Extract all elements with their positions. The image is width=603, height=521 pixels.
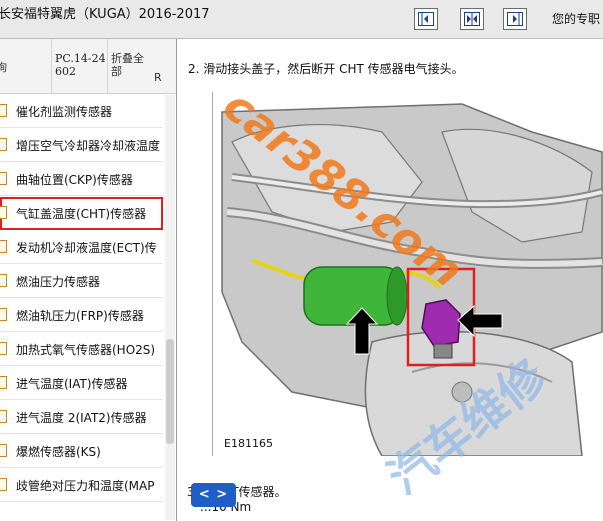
header-right-label: 您的专职 [552, 12, 601, 26]
left-nav-panel: 询 PC.14-24602 折叠全部 R 催化剂监测传感器增压空气冷却器冷却液温… [0, 39, 177, 521]
engine-illustration [212, 92, 603, 456]
scrollbar-track[interactable] [165, 95, 175, 520]
tree-item[interactable]: 催化剂监测传感器 [0, 95, 163, 128]
tree-item-label: 加热式氧气传感器(HO2S) [16, 343, 156, 357]
tree-item-label: 进气温度 2(IAT2)传感器 [16, 411, 147, 425]
tree-item[interactable]: 气缸盖温度(CHT)传感器 [0, 197, 163, 230]
tree-item-label: 燃油轨压力(FRP)传感器 [16, 309, 144, 323]
left-panel-header: 询 PC.14-24602 折叠全部 R [0, 39, 176, 94]
tree-item[interactable]: 燃油压力传感器 [0, 265, 163, 298]
document-icon [0, 206, 7, 219]
document-icon [0, 172, 7, 185]
scrollbar-thumb[interactable] [166, 339, 174, 444]
document-icon [0, 478, 7, 491]
document-icon [0, 342, 7, 355]
search-tab[interactable]: 询 [0, 59, 7, 75]
tree-item[interactable]: 爆燃传感器(KS) [0, 435, 163, 468]
figure-label: E181165 [224, 437, 273, 450]
tree-item-label: 爆燃传感器(KS) [16, 445, 101, 459]
tree-item[interactable]: 燃油轨压力(FRP)传感器 [0, 299, 163, 332]
prev-next-button[interactable]: < > [191, 483, 236, 507]
tree-item-label: 发动机冷却液温度(ECT)传 [16, 241, 157, 255]
tree-item[interactable]: 歧管绝对压力和温度(MAP [0, 469, 163, 502]
tree-item-label: 增压空气冷却器冷却液温度 [16, 139, 161, 153]
header-r-label: R [154, 71, 162, 84]
tree-item[interactable]: 增压空气冷却器冷却液温度 [0, 129, 163, 162]
collapse-left-button[interactable] [414, 8, 438, 30]
document-icon [0, 376, 7, 389]
content-panel: 2. 滑动接头盖子，然后断开 CHT 传感器电气接头。 E181165 3. .… [180, 39, 603, 521]
document-icon [0, 444, 7, 457]
document-icon [0, 308, 7, 321]
tree-item[interactable]: 加热式氧气传感器(HO2S) [0, 333, 163, 366]
tree-item[interactable]: 曲轴位置(CKP)传感器 [0, 163, 163, 196]
tree-item[interactable]: 进气温度 2(IAT2)传感器 [0, 401, 163, 434]
tree-item-label: 气缸盖温度(CHT)传感器 [16, 207, 147, 221]
document-icon [0, 240, 7, 253]
document-icon [0, 138, 7, 151]
tree-item-label: 歧管绝对压力和温度(MAP [16, 479, 155, 493]
collapse-left-icon [418, 12, 434, 26]
step-2-text: 2. 滑动接头盖子，然后断开 CHT 传感器电气接头。 [188, 62, 464, 76]
collapse-right-icon [507, 12, 523, 26]
tree-item-label: 燃油压力传感器 [16, 275, 101, 289]
document-code: PC.14-24602 [55, 52, 106, 78]
document-icon [0, 274, 7, 287]
collapse-all-button[interactable]: 折叠全部 [111, 52, 151, 78]
document-icon [0, 104, 7, 117]
document-icon [0, 410, 7, 423]
tree-item-label: 催化剂监测传感器 [16, 105, 113, 119]
split-view-button[interactable] [460, 8, 484, 30]
tree-item[interactable]: 进气温度(IAT)传感器 [0, 367, 163, 400]
split-icon [464, 12, 480, 26]
tree-item-label: 曲轴位置(CKP)传感器 [16, 173, 133, 187]
collapse-right-button[interactable] [503, 8, 527, 30]
tree-item-label: 进气温度(IAT)传感器 [16, 377, 128, 391]
tree-item[interactable]: 发动机冷却液温度(ECT)传 [0, 231, 163, 264]
title-bar: 长安福特翼虎（KUGA）2016-2017 您的专职 [0, 0, 603, 39]
window-title: 长安福特翼虎（KUGA）2016-2017 [0, 7, 210, 22]
